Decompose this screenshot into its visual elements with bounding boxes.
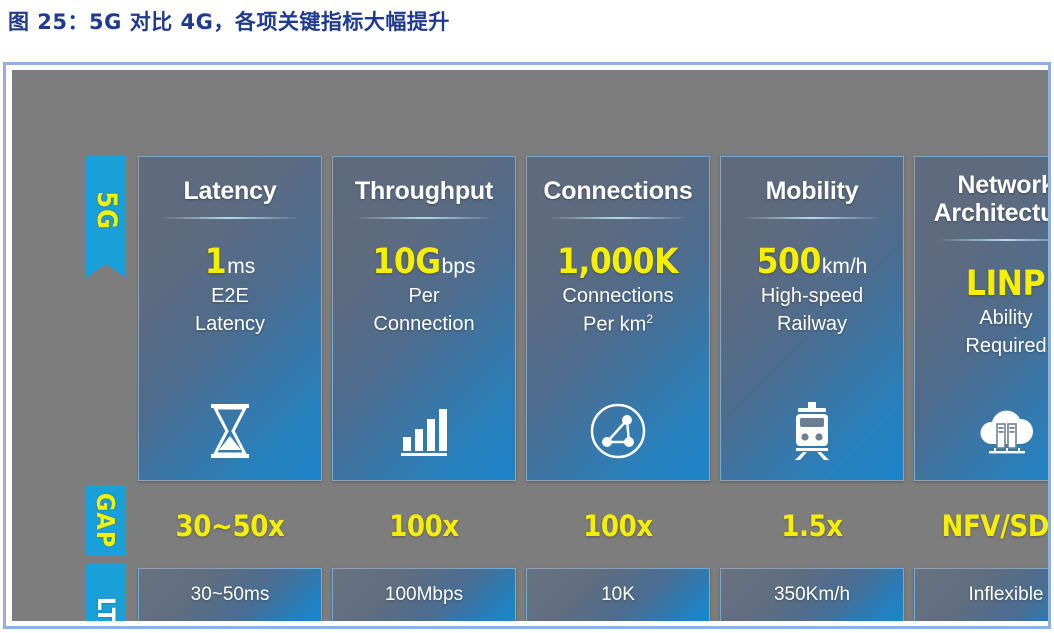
card-metric-value: 10G: [372, 242, 441, 282]
card-sub-line2: Latency: [194, 313, 266, 336]
ribbon-gap: GAP: [86, 485, 126, 555]
card-latency[interactable]: Latency 1ms E2E Latency: [138, 156, 322, 481]
card-sub-line2: Required: [965, 335, 1047, 358]
gap-cell: 1.5x: [781, 508, 843, 543]
card-mobility[interactable]: Mobility 500km/h High-speed Railway: [720, 156, 904, 481]
card-title: Throughput: [354, 177, 494, 205]
cloud-server-icon: [915, 400, 1048, 462]
card-throughput[interactable]: Throughput 10Gbps Per Connection: [332, 156, 516, 481]
card-metric: LINP: [915, 267, 1048, 302]
lte-cell: 100Mbps: [332, 568, 516, 621]
card-body: LINP Ability Required: [915, 267, 1048, 359]
lte-cell: 30~50ms: [138, 568, 322, 621]
card-divider: [940, 239, 1048, 241]
figure-inner: 5G GAP LTE Latency 1ms E2E Latency Throu…: [6, 65, 1048, 626]
figure-frame: 5G GAP LTE Latency 1ms E2E Latency Throu…: [3, 62, 1051, 629]
card-sub-line1: Connections: [562, 285, 674, 307]
gap-cell: 100x: [583, 508, 653, 543]
card-sub-line1: High-speed: [760, 285, 864, 307]
gap-cell: 30~50x: [175, 508, 285, 543]
card-divider: [746, 217, 878, 219]
card-metric-value: 1,000K: [556, 242, 679, 282]
card-title: Mobility: [765, 177, 859, 205]
card-metric-unit: ms: [227, 255, 256, 278]
card-title-line2: Architecture: [933, 199, 1048, 227]
card-connections[interactable]: Connections 1,000K Connections Per km2: [526, 156, 710, 481]
lte-cell: Inflexible: [914, 568, 1048, 621]
figure-caption: 图 25：5G 对比 4G，各项关键指标大幅提升: [8, 10, 450, 34]
card-sub-line2: Railway: [776, 313, 848, 336]
card-metric-value: 500: [756, 242, 822, 282]
card-sub-line1: E2E: [211, 285, 249, 307]
card-body: 1,000K Connections Per km2: [527, 245, 709, 337]
card-body: 500km/h High-speed Railway: [721, 245, 903, 337]
network-nodes-icon: [527, 400, 709, 462]
card-metric: 1,000K: [527, 245, 709, 280]
lte-cell: 350Km/h: [720, 568, 904, 621]
card-sub-line2: Connection: [373, 313, 475, 336]
train-icon: [721, 400, 903, 462]
card-metric: 10Gbps: [333, 245, 515, 280]
gap-cell: NFV/SDN: [941, 508, 1048, 543]
bar-chart-icon: [333, 400, 515, 462]
card-title: Latency: [183, 177, 277, 205]
card-row: Latency 1ms E2E Latency Throughput 10Gbp…: [138, 156, 1048, 481]
ribbon-5g: 5G: [86, 156, 126, 278]
card-title: Network Architecture: [915, 171, 1048, 227]
lte-cell: 10K: [526, 568, 710, 621]
slide-canvas: 5G GAP LTE Latency 1ms E2E Latency Throu…: [12, 70, 1048, 621]
card-sub-line1: Ability: [979, 307, 1033, 329]
card-sub-line2: Per km: [582, 314, 647, 337]
card-sub-line2-sup: 2: [646, 312, 654, 327]
card-metric-value: 1: [204, 242, 227, 282]
ribbon-lte: LTE: [86, 564, 126, 621]
card-body: 1ms E2E Latency: [139, 245, 321, 337]
gap-cell: 100x: [389, 508, 459, 543]
ribbon-5g-label: 5G: [90, 190, 122, 230]
gap-row: 30~50x 100x 100x 1.5x NFV/SDN: [138, 498, 1048, 553]
card-metric-unit: bps: [441, 255, 476, 278]
card-divider: [358, 217, 490, 219]
card-metric-unit: km/h: [821, 255, 868, 278]
card-sub-line1: Per: [408, 285, 440, 307]
ribbon-gap-label: GAP: [91, 492, 121, 548]
card-sub-line2-wrap: Per km2: [527, 312, 709, 337]
card-metric: 1ms: [139, 245, 321, 280]
card-body: 10Gbps Per Connection: [333, 245, 515, 337]
card-title-line1: Network: [957, 171, 1048, 199]
card-network-architecture[interactable]: Network Architecture LINP Ability Requir…: [914, 156, 1048, 481]
card-divider: [552, 217, 684, 219]
card-metric-value: LINP: [965, 264, 1046, 304]
card-metric: 500km/h: [721, 245, 903, 280]
hourglass-icon: [139, 400, 321, 462]
lte-row: 30~50ms 100Mbps 10K 350Km/h Inflexible: [138, 568, 1048, 621]
ribbon-lte-label: LTE: [92, 596, 120, 621]
card-title: Connections: [543, 177, 693, 205]
card-divider: [164, 217, 296, 219]
